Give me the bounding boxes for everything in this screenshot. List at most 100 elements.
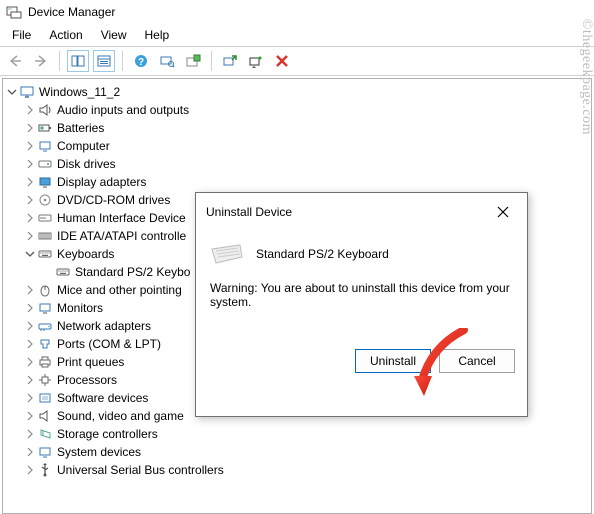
svg-text:?: ?	[138, 57, 144, 68]
close-icon	[497, 206, 509, 218]
menu-action[interactable]: Action	[41, 26, 90, 44]
collapse-icon[interactable]	[23, 319, 37, 333]
tree-item-label: System devices	[55, 445, 141, 459]
update-driver-button[interactable]	[219, 50, 241, 72]
tree-item-label: Keyboards	[55, 247, 114, 261]
mouse-icon	[37, 282, 53, 298]
disable-device-button[interactable]	[271, 50, 293, 72]
tree-root-label: Windows_11_2	[37, 85, 120, 99]
dialog-device-name: Standard PS/2 Keyboard	[256, 247, 389, 261]
expand-icon[interactable]	[5, 85, 19, 99]
dialog-title-text: Uninstall Device	[206, 205, 292, 219]
menu-bar: File Action View Help	[0, 24, 594, 46]
audio-icon	[37, 102, 53, 118]
keyboard-icon	[55, 264, 71, 280]
tree-item-label: Computer	[55, 139, 110, 153]
tree-item-label: Ports (COM & LPT)	[55, 337, 161, 351]
collapse-icon[interactable]	[23, 193, 37, 207]
computer-icon	[37, 138, 53, 154]
tree-item[interactable]: Batteries	[5, 119, 589, 137]
tree-item-label: Software devices	[55, 391, 148, 405]
tree-item-label: Print queues	[55, 355, 124, 369]
scan-hardware-button[interactable]	[156, 50, 178, 72]
tree-item-label: IDE ATA/ATAPI controlle	[55, 229, 186, 243]
tree-item[interactable]: Display adapters	[5, 173, 589, 191]
software-icon	[37, 390, 53, 406]
collapse-icon[interactable]	[23, 355, 37, 369]
dialog-titlebar: Uninstall Device	[196, 193, 527, 231]
usb-icon	[37, 462, 53, 478]
tree-item-label: DVD/CD-ROM drives	[55, 193, 170, 207]
monitor-icon	[37, 300, 53, 316]
dvd-icon	[37, 192, 53, 208]
ide-icon	[37, 228, 53, 244]
dialog-button-row: Uninstall Cancel	[196, 349, 527, 387]
spacer	[41, 265, 55, 279]
dialog-body: Standard PS/2 Keyboard Warning: You are …	[196, 231, 527, 349]
tree-item-label: Sound, video and game	[55, 409, 184, 423]
uninstall-button[interactable]: Uninstall	[355, 349, 431, 373]
tree-item-label: Disk drives	[55, 157, 116, 171]
computer-icon	[19, 84, 35, 100]
ports-icon	[37, 336, 53, 352]
add-driver-button[interactable]	[182, 50, 204, 72]
menu-help[interactable]: Help	[137, 26, 178, 44]
collapse-icon[interactable]	[23, 373, 37, 387]
tree-item-label: Audio inputs and outputs	[55, 103, 189, 117]
collapse-icon[interactable]	[23, 463, 37, 477]
disk-icon	[37, 156, 53, 172]
tree-item-label: Storage controllers	[55, 427, 158, 441]
display-icon	[37, 174, 53, 190]
tree-item-label: Batteries	[55, 121, 104, 135]
collapse-icon[interactable]	[23, 427, 37, 441]
dialog-warning-text: Warning: You are about to uninstall this…	[210, 279, 513, 339]
close-button[interactable]	[487, 199, 519, 225]
collapse-icon[interactable]	[23, 337, 37, 351]
properties-button[interactable]	[93, 50, 115, 72]
tree-item[interactable]: Computer	[5, 137, 589, 155]
collapse-icon[interactable]	[23, 391, 37, 405]
collapse-icon[interactable]	[23, 139, 37, 153]
device-manager-icon	[6, 4, 22, 20]
collapse-icon[interactable]	[23, 121, 37, 135]
collapse-icon[interactable]	[23, 211, 37, 225]
collapse-icon[interactable]	[23, 301, 37, 315]
app-title: Device Manager	[28, 5, 115, 19]
title-bar: Device Manager	[0, 0, 594, 24]
tree-root[interactable]: Windows_11_2	[5, 83, 589, 101]
back-button[interactable]	[4, 50, 26, 72]
expand-icon[interactable]	[23, 247, 37, 261]
tree-item[interactable]: Disk drives	[5, 155, 589, 173]
cancel-button[interactable]: Cancel	[439, 349, 515, 373]
menu-view[interactable]: View	[93, 26, 135, 44]
keyboard-icon	[37, 246, 53, 262]
tree-item-label: Universal Serial Bus controllers	[55, 463, 224, 477]
show-hide-tree-button[interactable]	[67, 50, 89, 72]
tree-item-label: Monitors	[55, 301, 103, 315]
uninstall-device-dialog: Uninstall Device Standard PS/2 Keyboard …	[195, 192, 528, 417]
tree-item[interactable]: Audio inputs and outputs	[5, 101, 589, 119]
uninstall-device-button[interactable]	[245, 50, 267, 72]
printer-icon	[37, 354, 53, 370]
watermark: ©thegeekpage.com	[578, 19, 594, 135]
menu-file[interactable]: File	[4, 26, 39, 44]
tree-item[interactable]: Storage controllers	[5, 425, 589, 443]
storage-icon	[37, 426, 53, 442]
collapse-icon[interactable]	[23, 175, 37, 189]
tree-item-label: Standard PS/2 Keybo	[73, 265, 190, 279]
collapse-icon[interactable]	[23, 409, 37, 423]
collapse-icon[interactable]	[23, 103, 37, 117]
tree-item-label: Processors	[55, 373, 117, 387]
help-button[interactable]: ?	[130, 50, 152, 72]
collapse-icon[interactable]	[23, 157, 37, 171]
toolbar: ?	[0, 46, 594, 76]
tree-item[interactable]: Universal Serial Bus controllers	[5, 461, 589, 479]
forward-button[interactable]	[30, 50, 52, 72]
processor-icon	[37, 372, 53, 388]
collapse-icon[interactable]	[23, 229, 37, 243]
collapse-icon[interactable]	[23, 445, 37, 459]
tree-item-label: Human Interface Device	[55, 211, 186, 225]
tree-item-label: Display adapters	[55, 175, 146, 189]
collapse-icon[interactable]	[23, 283, 37, 297]
tree-item[interactable]: System devices	[5, 443, 589, 461]
